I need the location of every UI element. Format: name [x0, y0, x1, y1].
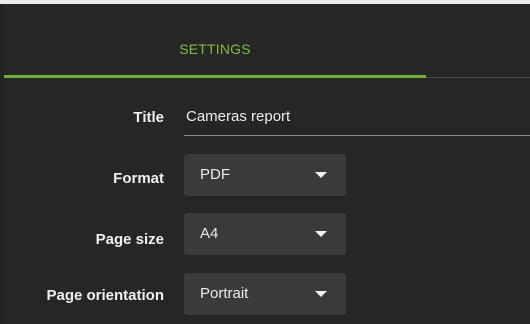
page-size-select[interactable]: A4 [184, 213, 346, 255]
settings-panel: SETTINGS Title Format PDF Page size A4 P… [4, 4, 530, 324]
active-tab-indicator [4, 75, 426, 78]
tab-bar-divider [426, 77, 530, 78]
caret-down-icon [315, 291, 327, 297]
tab-settings-label: SETTINGS [179, 41, 251, 57]
format-select[interactable]: PDF [184, 154, 346, 196]
page-orientation-select[interactable]: Portrait [184, 273, 346, 315]
caret-down-icon [315, 172, 327, 178]
format-label: Format [113, 170, 164, 187]
caret-down-icon [315, 231, 327, 237]
title-input[interactable] [184, 98, 530, 136]
title-label: Title [133, 109, 164, 126]
format-select-value: PDF [200, 166, 230, 183]
page-orientation-select-value: Portrait [200, 285, 249, 302]
tab-settings[interactable]: SETTINGS [4, 4, 426, 80]
tab-bar: SETTINGS [4, 4, 530, 80]
page-size-label: Page size [95, 231, 164, 248]
page-size-select-value: A4 [200, 225, 219, 242]
page-orientation-label: Page orientation [46, 287, 164, 304]
